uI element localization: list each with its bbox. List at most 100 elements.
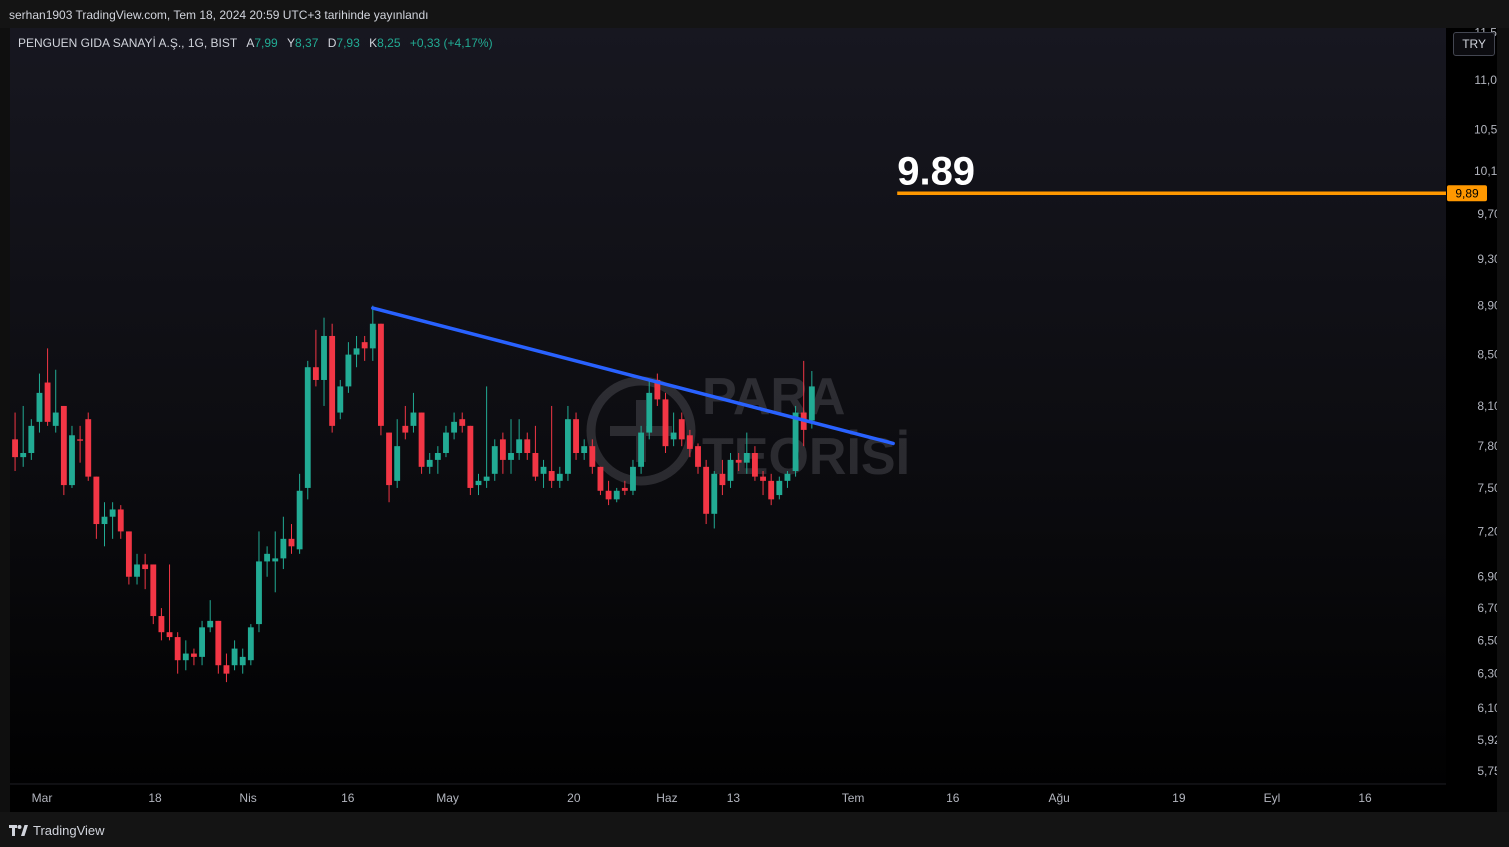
- price-level-label: 9.89: [897, 149, 975, 193]
- time-tick-label: 13: [727, 791, 741, 805]
- candle: [207, 600, 214, 633]
- candle-body: [695, 446, 701, 467]
- candle: [150, 564, 157, 625]
- candle-body: [808, 386, 815, 421]
- candle-body: [613, 490, 620, 500]
- candle-body: [483, 476, 490, 481]
- price-tick-label: 9,30: [1477, 252, 1497, 266]
- time-tick-label: 16: [946, 791, 960, 805]
- candle: [394, 419, 401, 488]
- candle-body: [191, 653, 197, 657]
- time-tick-label: Mar: [32, 791, 53, 805]
- candle-body: [20, 453, 27, 458]
- candle-body: [312, 367, 319, 380]
- para-teorisi-watermark: PARATEORİSİ: [586, 368, 910, 486]
- time-tick-label: 16: [1358, 791, 1372, 805]
- candle-body: [597, 466, 604, 491]
- chart-panel[interactable]: PARATEORİSİ 9.89 11,00 10,50 10,10 9,70 9,30 8,…: [10, 28, 1497, 812]
- candle-body: [768, 480, 775, 500]
- candle: [451, 412, 458, 440]
- candle: [516, 419, 523, 460]
- candlestick-chart[interactable]: PARATEORİSİ 9.89 11,00 10,50 10,10 9,70 9,30 8,…: [10, 28, 1497, 812]
- candle-body: [337, 386, 344, 413]
- candle-body: [459, 419, 466, 426]
- candle-body: [174, 637, 181, 661]
- candle: [223, 653, 230, 683]
- tradingview-logo[interactable]: TradingView: [9, 823, 105, 838]
- candle: [491, 439, 498, 481]
- candle-body: [361, 342, 368, 349]
- candle: [52, 369, 59, 433]
- close-value: 8,25: [377, 36, 401, 50]
- candle-body: [426, 459, 433, 467]
- candle-body: [142, 564, 149, 570]
- candle-body: [703, 466, 710, 514]
- publish-info-text: serhan1903 TradingView.com, Tem 18, 2024…: [9, 8, 429, 22]
- time-tick-label: 20: [567, 791, 581, 805]
- candle: [638, 425, 645, 474]
- candle: [69, 425, 75, 488]
- candle: [499, 432, 506, 474]
- candle-body: [467, 425, 474, 488]
- candle-body: [52, 412, 59, 426]
- candle-body: [751, 453, 758, 477]
- candle-body: [125, 531, 132, 577]
- candle: [508, 419, 514, 474]
- candle-body: [475, 480, 482, 486]
- candle-body: [231, 648, 238, 666]
- price-tick-label: 7,50: [1477, 481, 1497, 495]
- candle: [605, 480, 612, 506]
- candle: [581, 439, 588, 460]
- candle: [134, 553, 140, 585]
- candle: [199, 620, 205, 666]
- candle-body: [670, 432, 677, 440]
- candle: [418, 412, 425, 474]
- candle: [540, 459, 547, 488]
- candle-body: [223, 665, 230, 674]
- candle: [410, 392, 417, 433]
- candle-body: [727, 459, 734, 481]
- candle: [93, 476, 100, 539]
- candle: [711, 471, 718, 529]
- time-tick-label: 19: [1172, 791, 1186, 805]
- candle: [117, 505, 124, 539]
- candle: [662, 392, 669, 454]
- candle-body: [353, 348, 360, 355]
- candle: [264, 546, 271, 577]
- candle: [361, 335, 368, 361]
- candle-body: [345, 354, 352, 387]
- candle: [101, 502, 108, 547]
- price-tick-label: 8,50: [1477, 348, 1497, 362]
- candle: [329, 323, 336, 433]
- currency-button[interactable]: TRY: [1453, 32, 1495, 56]
- candle: [20, 405, 27, 467]
- time-tick-label: 16: [341, 791, 355, 805]
- candle-body: [134, 564, 140, 577]
- candle-body: [646, 392, 653, 433]
- candle-body: [101, 516, 108, 525]
- price-tick-label: 11,00: [1474, 73, 1497, 87]
- change-value: +0,33 (+4,17%): [409, 36, 493, 50]
- candle-body: [182, 653, 189, 661]
- candle-body: [369, 323, 376, 349]
- candle-body: [686, 435, 693, 449]
- symbol-name: PENGUEN GIDA SANAYİ A.Ş., 1G, BIST: [18, 36, 237, 50]
- candle-body: [662, 399, 669, 447]
- candle: [556, 466, 563, 488]
- price-tick-label: 10,10: [1474, 164, 1497, 178]
- candle-body: [207, 620, 214, 628]
- price-tick-label: 8,10: [1477, 399, 1497, 413]
- candle-body: [247, 627, 254, 661]
- candle: [28, 419, 35, 460]
- candle: [158, 608, 165, 641]
- time-tick-label: 18: [148, 791, 162, 805]
- candle: [613, 487, 620, 503]
- candle-body: [280, 538, 287, 559]
- candle-body: [150, 564, 157, 617]
- candle-body: [540, 466, 547, 474]
- candle: [174, 632, 181, 674]
- tradingview-logo-text: TradingView: [33, 823, 105, 838]
- time-tick-label: Eyl: [1264, 791, 1281, 805]
- candle: [564, 405, 571, 481]
- candle: [36, 373, 43, 433]
